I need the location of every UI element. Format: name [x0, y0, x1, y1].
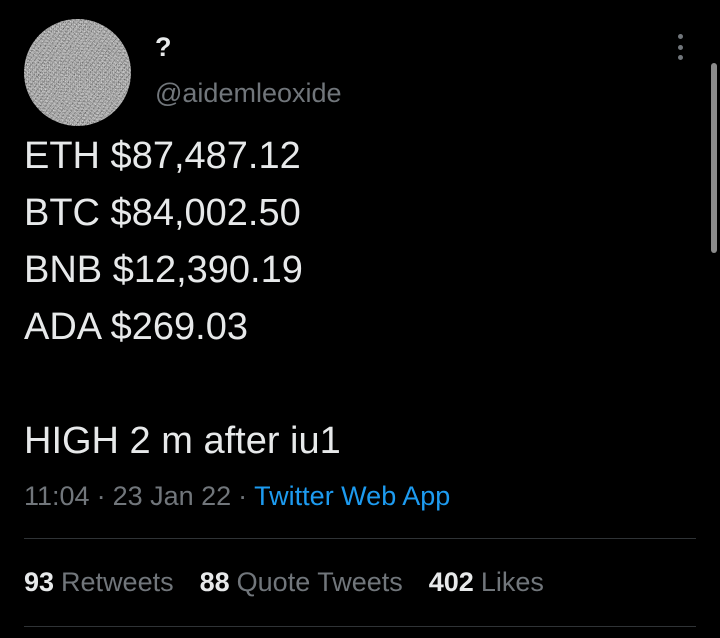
tweet-date[interactable]: 23 Jan 22 [113, 481, 232, 511]
retweets-stat[interactable]: 93 Retweets [24, 565, 174, 599]
quote-tweets-count: 88 [199, 567, 230, 597]
quote-tweets-stat[interactable]: 88 Quote Tweets [200, 565, 403, 599]
tweet-time[interactable]: 11:04 [24, 481, 90, 511]
tweet-text: ETH $87,487.12 BTC $84,002.50 BNB $12,39… [24, 128, 684, 470]
likes-stat[interactable]: 402 Likes [429, 565, 544, 599]
author-username[interactable]: @aidemleoxide [155, 78, 342, 108]
tweet-line: ETH $87,487.12 [24, 135, 301, 177]
divider [24, 626, 696, 627]
more-vertical-icon-dot [677, 55, 683, 60]
more-options-button[interactable] [664, 30, 696, 64]
tweet-source-link[interactable]: Twitter Web App [254, 481, 450, 511]
retweets-count: 93 [24, 567, 55, 597]
tweet-stats: 93 Retweets 88 Quote Tweets 402 Likes [24, 565, 544, 599]
likes-label: Likes [480, 567, 544, 597]
tweet-line: ADA $269.03 [24, 306, 248, 348]
retweets-label: Retweets [61, 567, 174, 597]
meta-separator: · [96, 481, 106, 511]
scrollbar-thumb[interactable] [711, 63, 717, 253]
more-vertical-icon-dot [677, 44, 683, 50]
author-display-name[interactable]: ? [155, 32, 172, 62]
meta-separator: · [238, 481, 248, 511]
avatar[interactable] [24, 19, 131, 126]
likes-count: 402 [428, 567, 474, 597]
tweet-line: BNB $12,390.19 [24, 249, 303, 291]
tweet-line: BTC $84,002.50 [24, 192, 301, 234]
avatar-noise-image [24, 19, 131, 126]
quote-tweets-label: Quote Tweets [236, 567, 403, 597]
divider [24, 538, 696, 539]
more-vertical-icon [677, 34, 683, 39]
tweet-meta: 11:04 · 23 Jan 22 · Twitter Web App [24, 479, 450, 513]
tweet-line: HIGH 2 m after iu1 [24, 420, 341, 462]
